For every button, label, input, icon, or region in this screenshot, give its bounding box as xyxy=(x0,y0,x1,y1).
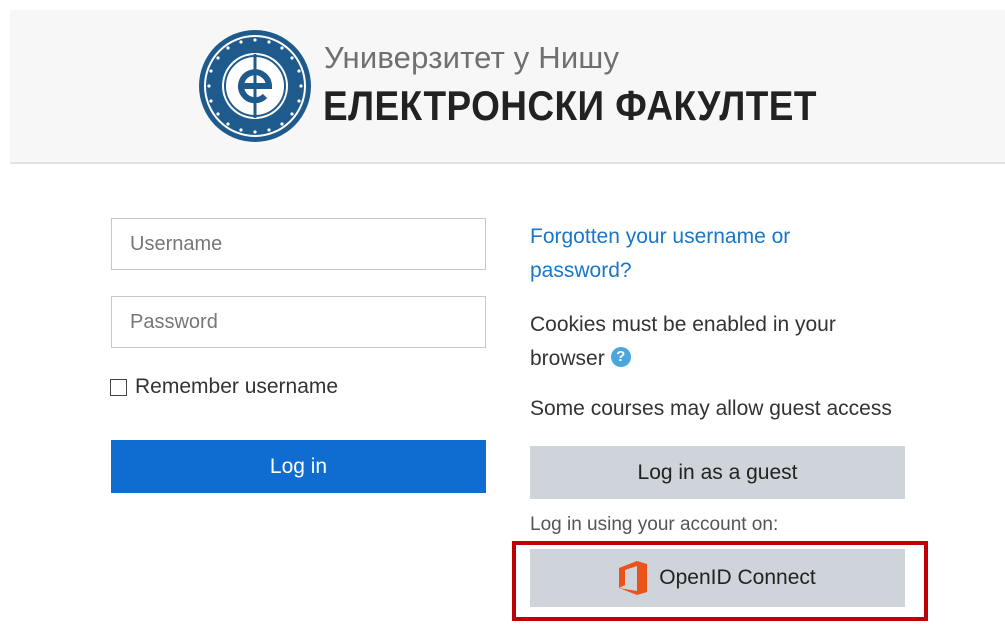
account-login-note: Log in using your account on: xyxy=(530,514,779,535)
university-seal-icon xyxy=(199,30,311,142)
openid-connect-button[interactable]: OpenID Connect xyxy=(530,549,905,607)
forgot-credentials-link[interactable]: Forgotten your username or password? xyxy=(530,220,850,288)
remember-username-label: Remember username xyxy=(135,375,339,398)
password-input[interactable] xyxy=(111,296,486,348)
guest-login-button[interactable]: Log in as a guest xyxy=(530,446,905,499)
openid-connect-label: OpenID Connect xyxy=(659,566,816,589)
login-page: Универзитет у Нишу ЕЛЕКТРОНСКИ ФАКУЛТЕТ … xyxy=(0,0,1005,629)
faculty-name: ЕЛЕКТРОНСКИ ФАКУЛТЕТ xyxy=(323,82,817,129)
office-logo-icon xyxy=(619,561,648,595)
username-input[interactable] xyxy=(111,218,486,270)
question-circle-icon[interactable]: ? xyxy=(610,347,631,368)
cookies-notice: Cookies must be enabled in your browser? xyxy=(530,308,880,376)
login-button[interactable]: Log in xyxy=(111,440,486,493)
remember-username[interactable]: Remember username xyxy=(110,375,338,399)
cookies-notice-text: Cookies must be enabled in your browser xyxy=(530,313,836,370)
university-name: Универзитет у Нишу xyxy=(324,40,620,75)
site-header: Универзитет у Нишу ЕЛЕКТРОНСКИ ФАКУЛТЕТ xyxy=(10,10,1005,164)
remember-username-checkbox[interactable] xyxy=(110,378,127,396)
guest-access-note: Some courses may allow guest access xyxy=(530,397,892,420)
